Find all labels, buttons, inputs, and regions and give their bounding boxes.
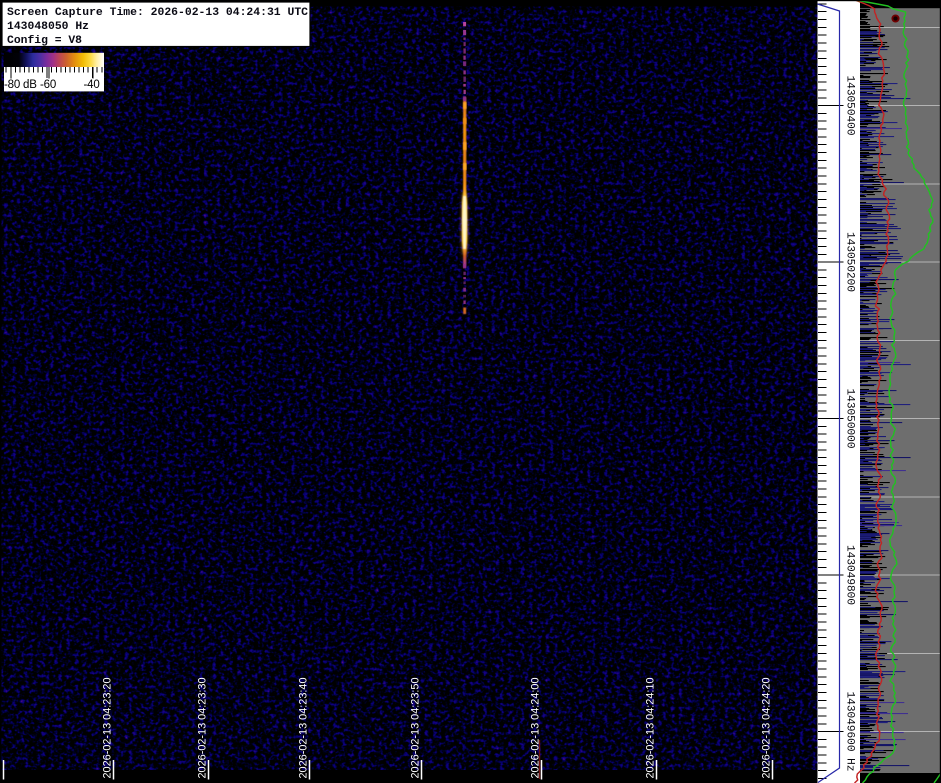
svg-text:Config = V8: Config = V8: [7, 35, 82, 47]
svg-text:2026-02-13 04:23:50: 2026-02-13 04:23:50: [410, 678, 422, 779]
svg-text:-40: -40: [84, 79, 100, 91]
svg-text:143049800: 143049800: [843, 545, 855, 605]
svg-text:2026-02-13 04:23:20: 2026-02-13 04:23:20: [102, 678, 114, 779]
svg-text:2026-02-13 04:24:00: 2026-02-13 04:24:00: [530, 678, 542, 779]
svg-text:2026-02-13 04:24:10: 2026-02-13 04:24:10: [645, 678, 657, 779]
svg-text:143048050 Hz: 143048050 Hz: [7, 21, 89, 33]
svg-text:143050200: 143050200: [843, 232, 855, 292]
svg-text:143050000: 143050000: [843, 389, 855, 449]
svg-text:143049600 Hz: 143049600 Hz: [843, 692, 855, 772]
svg-text:2026-02-13 04:24:20: 2026-02-13 04:24:20: [761, 678, 773, 779]
svg-text:2026-02-13 04:23:30: 2026-02-13 04:23:30: [197, 678, 209, 779]
svg-text:Screen Capture Time: 2026-02-1: Screen Capture Time: 2026-02-13 04:24:31…: [7, 7, 308, 19]
svg-text:-60: -60: [40, 79, 56, 91]
svg-text:143050400: 143050400: [843, 76, 855, 136]
svg-text:2026-02-13 04:23:40: 2026-02-13 04:23:40: [298, 678, 310, 779]
svg-text:-80 dB: -80 dB: [4, 79, 37, 91]
